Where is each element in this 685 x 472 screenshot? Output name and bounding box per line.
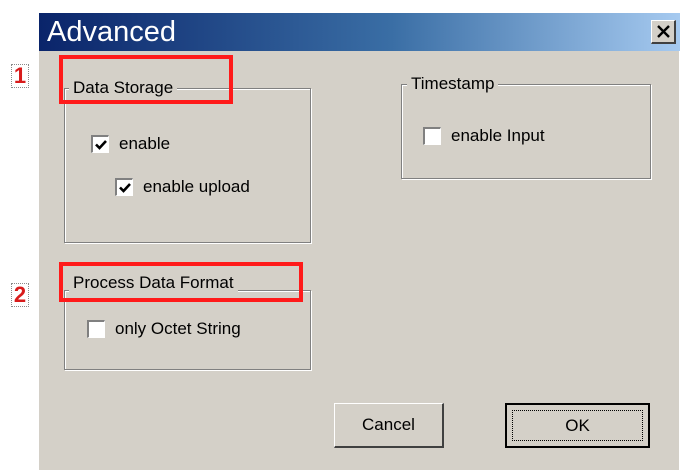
close-button[interactable]	[651, 20, 676, 44]
checkmark-icon	[119, 183, 131, 193]
data-storage-group	[64, 88, 311, 243]
only-octet-string-checkbox[interactable]	[87, 320, 105, 338]
focus-rectangle	[512, 410, 643, 441]
advanced-dialog: Advanced Data Storage enable enable uplo…	[38, 12, 680, 470]
screenshot: 1 2 Advanced Data Storage enable enable …	[0, 0, 685, 472]
title-bar[interactable]: Advanced	[39, 13, 680, 51]
close-x-icon	[657, 25, 670, 38]
enable-input-label: enable Input	[451, 126, 545, 145]
enable-checkbox[interactable]	[91, 135, 109, 153]
annotation-marker-1: 1	[11, 64, 29, 88]
enable-upload-label: enable upload	[143, 177, 250, 196]
annotation-marker-2: 2	[11, 283, 29, 307]
data-storage-label: Data Storage	[69, 78, 178, 98]
only-octet-string-label: only Octet String	[115, 319, 241, 338]
enable-upload-option[interactable]: enable upload	[115, 177, 250, 197]
checkmark-icon	[95, 140, 107, 150]
dialog-title: Advanced	[47, 16, 176, 48]
ok-button[interactable]: OK	[505, 403, 650, 448]
process-data-format-label: Process Data Format	[69, 273, 238, 293]
enable-option[interactable]: enable	[91, 134, 170, 154]
enable-input-option[interactable]: enable Input	[423, 126, 545, 146]
only-octet-string-option[interactable]: only Octet String	[87, 319, 241, 339]
enable-input-checkbox[interactable]	[423, 127, 441, 145]
timestamp-label: Timestamp	[407, 74, 499, 94]
enable-label: enable	[119, 134, 171, 153]
cancel-button[interactable]: Cancel	[334, 403, 444, 448]
enable-upload-checkbox[interactable]	[115, 178, 133, 196]
cancel-button-label: Cancel	[362, 415, 415, 434]
